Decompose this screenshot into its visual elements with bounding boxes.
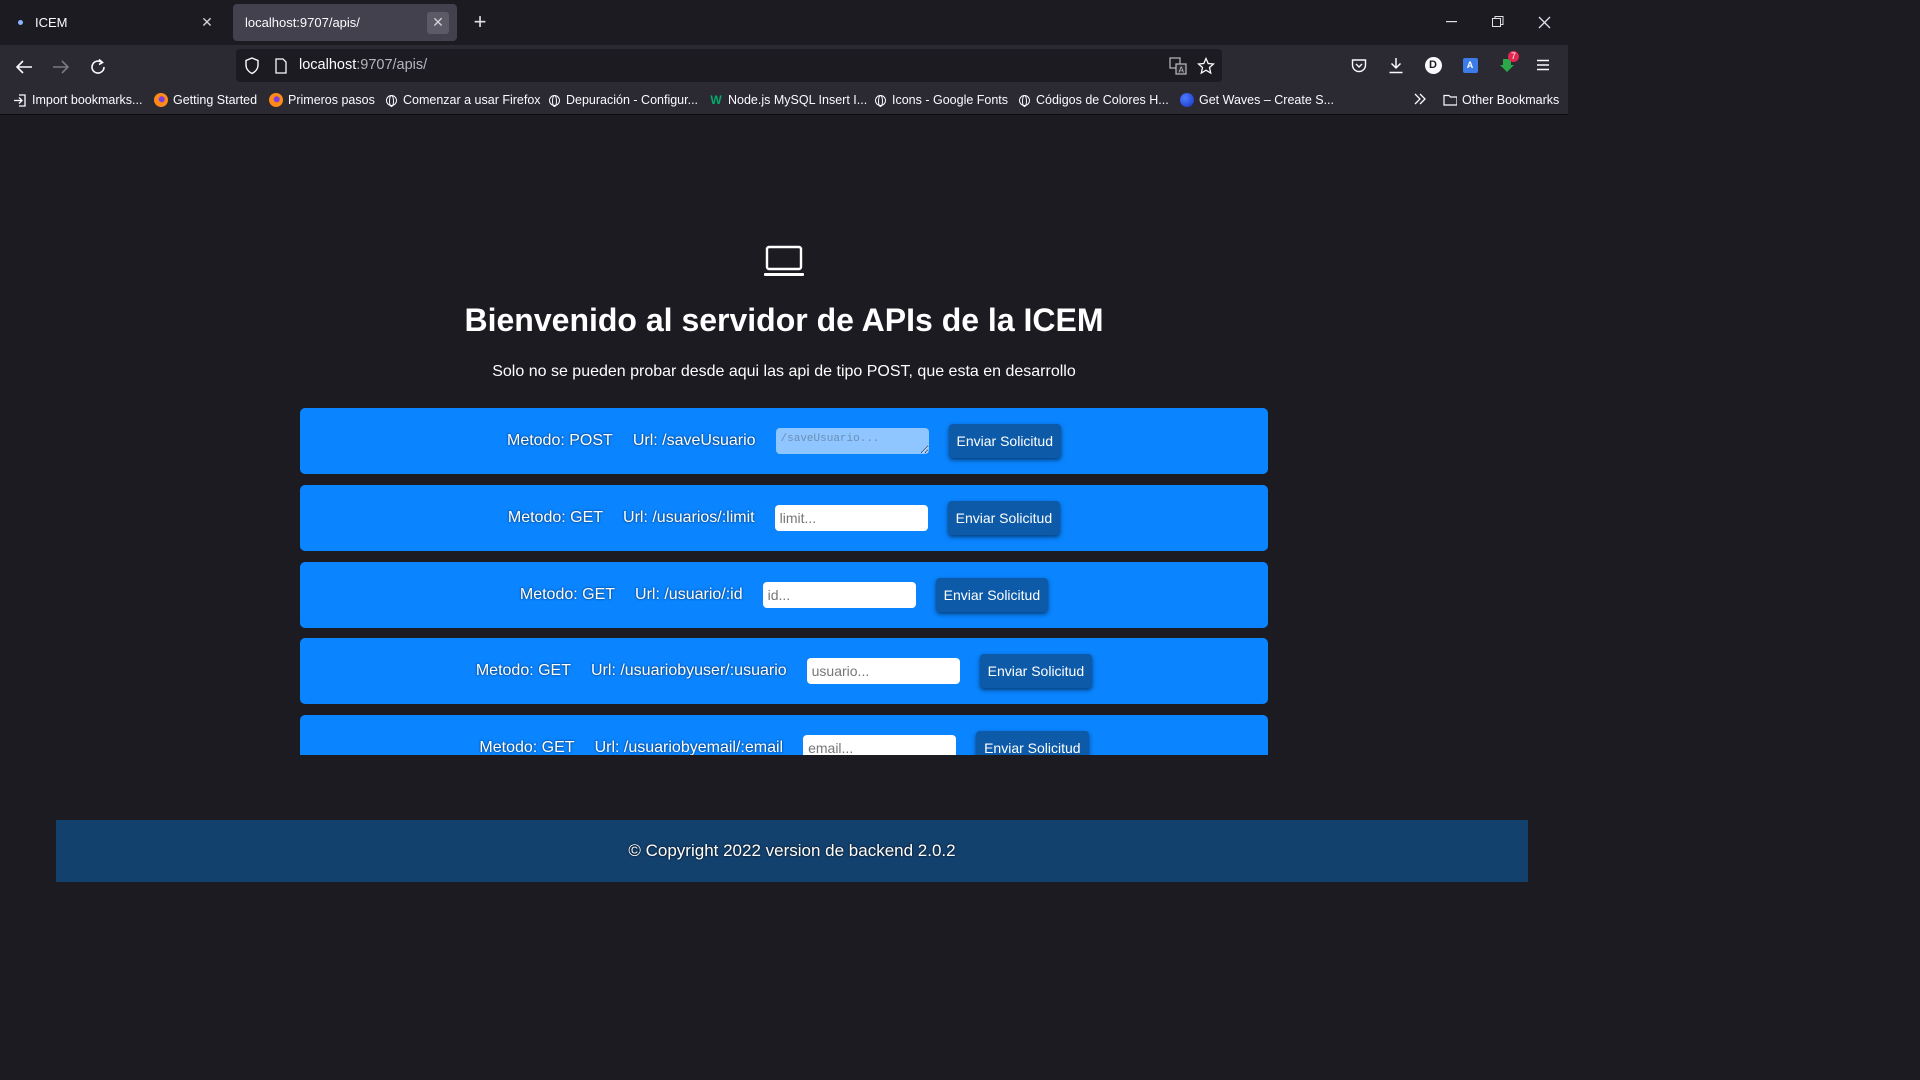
close-window-icon[interactable] xyxy=(1529,8,1559,36)
globe-icon xyxy=(873,93,887,107)
bookmark-depuracion[interactable]: Depuración - Configur... xyxy=(547,93,698,107)
bookmark-label: Comenzar a usar Firefox xyxy=(403,93,541,107)
id-input[interactable] xyxy=(762,582,916,608)
downloads-icon[interactable] xyxy=(1383,52,1409,78)
restore-window-icon[interactable] xyxy=(1483,8,1513,36)
endpoint-row-usuario-id: Metodo: GET Url: /usuario/:id Enviar Sol… xyxy=(300,562,1268,628)
send-request-button[interactable]: Enviar Solicitud xyxy=(948,424,1062,458)
endpoint-row-usuario-by-email: Metodo: GET Url: /usuariobyemail/:email … xyxy=(300,715,1268,755)
page-footer: © Copyright 2022 version de backend 2.0.… xyxy=(56,820,1528,882)
endpoint-url: Url: /usuariobyuser/:usuario xyxy=(591,662,787,679)
endpoint-url: Url: /saveUsuario xyxy=(632,432,756,449)
bookmark-codigos-colores[interactable]: Códigos de Colores H... xyxy=(1017,93,1169,107)
other-bookmarks-label: Other Bookmarks xyxy=(1462,93,1560,107)
limit-input[interactable] xyxy=(774,505,928,531)
bookmark-getting-started[interactable]: Getting Started xyxy=(154,93,257,107)
endpoint-method: Metodo: GET xyxy=(479,739,575,755)
endpoint-row-save-usuario: Metodo: POST Url: /saveUsuario Enviar So… xyxy=(300,408,1268,474)
bookmark-label: Primeros pasos xyxy=(288,93,375,107)
bookmark-primeros-pasos[interactable]: Primeros pasos xyxy=(269,93,375,107)
new-tab-button[interactable]: + xyxy=(468,9,492,34)
bookmark-label: Get Waves – Create S... xyxy=(1199,93,1335,107)
close-tab-icon[interactable]: ✕ xyxy=(427,11,449,34)
other-bookmarks[interactable]: Other Bookmarks xyxy=(1443,93,1559,107)
send-request-button[interactable]: Enviar Solicitud xyxy=(979,654,1093,688)
send-request-button[interactable]: Enviar Solicitud xyxy=(935,578,1049,612)
endpoint-url: Url: /usuario/:id xyxy=(635,586,743,603)
bookmarks-overflow-icon[interactable] xyxy=(1413,93,1427,105)
globe-icon xyxy=(384,93,398,107)
endpoint-method: Metodo: GET xyxy=(475,662,571,679)
svg-text:A: A xyxy=(1179,66,1185,75)
page-title: Bienvenido al servidor de APIs de la ICE… xyxy=(464,302,1104,338)
endpoint-url: Url: /usuarios/:limit xyxy=(623,509,755,526)
bookmark-label: Getting Started xyxy=(173,93,258,107)
menu-icon[interactable] xyxy=(1530,52,1556,78)
bookmark-label: Icons - Google Fonts xyxy=(892,93,1009,107)
bookmark-google-fonts[interactable]: Icons - Google Fonts xyxy=(873,93,1008,107)
forward-arrow-icon[interactable] xyxy=(47,53,75,81)
translator-extension-icon[interactable]: A xyxy=(1457,52,1483,78)
firefox-icon xyxy=(154,93,168,107)
extension-badge: 7 xyxy=(1508,51,1520,62)
import-icon xyxy=(13,93,27,107)
bookmark-label: Import bookmarks... xyxy=(32,93,143,107)
minimize-window-icon[interactable] xyxy=(1437,8,1467,36)
navigation-toolbar: localhost:9707/apis/ A D A 7 xyxy=(0,45,1568,87)
account-avatar[interactable]: D xyxy=(1420,52,1446,78)
reload-icon[interactable] xyxy=(84,53,112,81)
email-input[interactable] xyxy=(803,735,957,755)
globe-icon xyxy=(1017,93,1031,107)
page-subtitle: Solo no se pueden probar desde aqui las … xyxy=(492,363,1076,380)
bookmark-star-icon[interactable] xyxy=(1194,54,1218,78)
shield-icon[interactable] xyxy=(240,54,264,78)
send-request-button[interactable]: Enviar Solicitud xyxy=(947,501,1061,535)
pocket-icon[interactable] xyxy=(1346,52,1372,78)
tab-title: ICEM xyxy=(35,15,68,30)
globe-icon xyxy=(547,93,561,107)
url-host: localhost xyxy=(299,57,357,73)
tab-icem[interactable]: ICEM ✕ xyxy=(4,4,226,41)
tab-localhost[interactable]: localhost:9707/apis/ ✕ xyxy=(233,4,457,41)
laptop-icon xyxy=(764,245,804,276)
download-manager-extension-icon[interactable]: 7 xyxy=(1494,51,1520,78)
bookmark-label: Códigos de Colores H... xyxy=(1036,93,1169,107)
bookmark-nodejs-mysql[interactable]: W Node.js MySQL Insert I... xyxy=(709,93,867,107)
account-initial: D xyxy=(1424,56,1442,74)
url-path: :9707/apis/ xyxy=(356,57,428,73)
copyright-text: © Copyright 2022 version de backend 2.0.… xyxy=(628,841,956,860)
endpoint-method: Metodo: GET xyxy=(519,586,616,603)
wave-icon xyxy=(1180,93,1194,107)
url-text: localhost:9707/apis/ xyxy=(299,57,427,73)
page-content: Bienvenido al servidor de APIs de la ICE… xyxy=(0,115,1568,882)
endpoint-list[interactable]: Metodo: POST Url: /saveUsuario Enviar So… xyxy=(300,408,1268,755)
bookmark-label: Depuración - Configur... xyxy=(566,93,699,107)
w3schools-icon: W xyxy=(710,93,722,107)
endpoint-method: Metodo: GET xyxy=(507,509,604,526)
bookmark-import[interactable]: Import bookmarks... xyxy=(13,93,142,107)
tab-favicon-icon xyxy=(18,20,23,25)
back-arrow-icon[interactable] xyxy=(10,53,38,81)
folder-icon xyxy=(1443,93,1457,107)
tab-strip: ICEM ✕ localhost:9707/apis/ ✕ + xyxy=(0,0,1568,45)
translate-icon[interactable]: A xyxy=(1166,54,1190,78)
address-bar[interactable]: localhost:9707/apis/ A xyxy=(236,49,1222,82)
request-body-textarea[interactable] xyxy=(775,428,929,454)
endpoint-row-usuarios-limit: Metodo: GET Url: /usuarios/:limit Enviar… xyxy=(300,485,1268,551)
bookmark-comenzar[interactable]: Comenzar a usar Firefox xyxy=(384,93,541,107)
endpoint-method: Metodo: POST xyxy=(506,432,613,449)
firefox-icon xyxy=(269,93,283,107)
bookmarks-toolbar: Import bookmarks... Getting Started Prim… xyxy=(0,87,1568,115)
tab-title: localhost:9707/apis/ xyxy=(245,15,360,30)
close-tab-icon[interactable]: ✕ xyxy=(196,12,218,34)
bookmark-label: Node.js MySQL Insert I... xyxy=(728,93,868,107)
endpoint-url: Url: /usuariobyemail/:email xyxy=(594,739,784,755)
page-info-icon[interactable] xyxy=(269,54,293,78)
bookmark-get-waves[interactable]: Get Waves – Create S... xyxy=(1180,93,1334,107)
send-request-button[interactable]: Enviar Solicitud xyxy=(976,731,1089,755)
usuario-input[interactable] xyxy=(806,658,960,684)
endpoint-row-usuario-by-user: Metodo: GET Url: /usuariobyuser/:usuario… xyxy=(300,638,1268,704)
